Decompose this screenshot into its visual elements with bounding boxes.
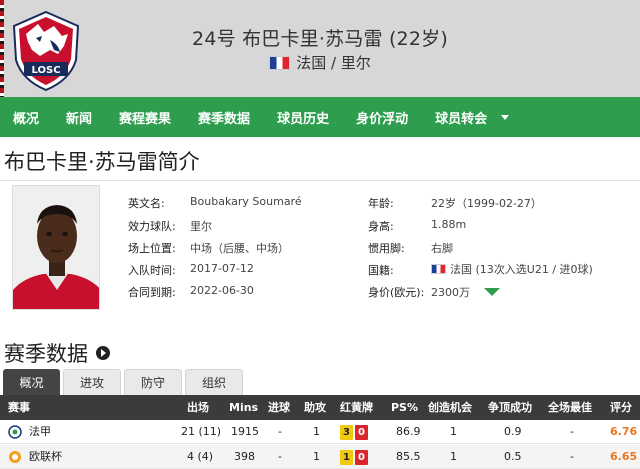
nav-player-history[interactable]: 球员历史 (277, 108, 329, 127)
row-apps: 4 (4) (187, 450, 214, 463)
nav-overview[interactable]: 概况 (13, 108, 39, 127)
bio-join-date-label: 入队时间: (128, 264, 176, 277)
bio-market-value-text: 2300万 (431, 286, 470, 299)
bio-height-value: 1.88m (431, 218, 467, 231)
col-apps[interactable]: 出场 (187, 395, 209, 420)
stats-section-title: 赛季数据 (4, 338, 110, 368)
bio-position-label: 场上位置: (128, 242, 176, 255)
bio-team-label: 效力球队: (128, 220, 176, 233)
bio-english-name-label: 英文名: (128, 197, 165, 210)
tab-passing[interactable]: 组织 (185, 369, 243, 395)
col-motm[interactable]: 全场最佳 (548, 395, 592, 420)
bio-nationality-text: 法国 (13次入选U21 / 进0球) (450, 263, 593, 276)
nav-transfers[interactable]: 球员转会 (435, 108, 510, 127)
row-cards: 10 (340, 445, 368, 469)
row-motm: - (570, 450, 574, 463)
row-pass-pct: 85.5 (396, 450, 421, 463)
col-key-passes[interactable]: 创造机会 (428, 395, 472, 420)
row-mins: 398 (234, 450, 255, 463)
col-mins[interactable]: Mins (229, 395, 258, 420)
col-pass-pct[interactable]: PS% (391, 395, 418, 420)
bio-contract-label: 合同到期: (128, 286, 176, 299)
row-competition[interactable]: 法甲 (29, 420, 51, 444)
stats-title-text: 赛季数据 (4, 342, 88, 366)
bio-team-value[interactable]: 里尔 (190, 218, 212, 234)
row-mins: 1915 (231, 425, 259, 438)
nav-season-stats[interactable]: 赛季数据 (198, 108, 250, 127)
tab-defense[interactable]: 防守 (124, 369, 182, 395)
bio-foot-value: 右脚 (431, 242, 453, 255)
bio-age-value: 22岁（1999-02-27） (431, 197, 542, 210)
yellow-card-count: 1 (340, 450, 353, 465)
bio-nationality-label: 国籍: (368, 264, 394, 277)
nav-transfers-label: 球员转会 (435, 111, 488, 127)
bio-nationality-value: 法国 (13次入选U21 / 进0球) (431, 261, 593, 277)
tab-overview[interactable]: 概况 (3, 369, 60, 395)
col-aerials[interactable]: 争顶成功 (488, 395, 532, 420)
bio-market-value: 2300万 (431, 284, 500, 300)
value-trend-down-icon[interactable] (484, 288, 500, 296)
france-flag-icon (431, 264, 446, 274)
row-goals: - (278, 425, 282, 438)
row-goals: - (278, 450, 282, 463)
row-aerials: 0.5 (504, 450, 522, 463)
player-nation-team: 法国 / 里尔 (0, 52, 640, 73)
row-cards: 30 (340, 420, 368, 444)
player-photo (12, 185, 100, 310)
nav-fixtures[interactable]: 赛程赛果 (119, 108, 171, 127)
bio-age-label: 年龄: (368, 197, 394, 210)
bio-position-value: 中场（后腰、中场） (190, 242, 289, 255)
france-flag-icon (269, 55, 291, 70)
col-cards[interactable]: 红黄牌 (340, 395, 373, 420)
row-rating: 6.76 (610, 425, 638, 438)
stats-tabs: 概况 进攻 防守 组织 (3, 369, 243, 395)
bio-market-value-label: 身价(欧元): (368, 286, 425, 299)
chevron-down-icon[interactable] (501, 114, 510, 120)
yellow-card-count: 3 (340, 425, 353, 440)
bio-join-date-value: 2017-07-12 (190, 262, 254, 275)
col-competition[interactable]: 赛事 (8, 395, 30, 420)
row-key-passes: 1 (450, 425, 457, 438)
tab-attack[interactable]: 进攻 (63, 369, 121, 395)
row-competition[interactable]: 欧联杯 (29, 445, 62, 469)
row-rating: 6.65 (610, 450, 638, 463)
bio-contract-value: 2022-06-30 (190, 284, 254, 297)
col-assists[interactable]: 助攻 (304, 395, 326, 420)
col-rating[interactable]: 评分 (610, 395, 632, 420)
row-apps: 21 (11) (181, 425, 222, 438)
main-nav: 概况 新闻 赛程赛果 赛季数据 球员历史 身价浮动 球员转会 (0, 97, 640, 137)
bio-height-label: 身高: (368, 220, 394, 233)
europa-league-icon (9, 451, 21, 463)
stats-table-header: 赛事 出场 Mins 进球 助攻 红黄牌 PS% 创造机会 争顶成功 全场最佳 … (0, 395, 640, 420)
col-goals[interactable]: 进球 (268, 395, 290, 420)
nav-news[interactable]: 新闻 (66, 108, 92, 127)
bio-divider (0, 180, 640, 181)
nav-market-value[interactable]: 身价浮动 (356, 108, 408, 127)
row-pass-pct: 86.9 (396, 425, 421, 438)
row-key-passes: 1 (450, 450, 457, 463)
nation-team-text[interactable]: 法国 / 里尔 (296, 52, 371, 73)
row-motm: - (570, 425, 574, 438)
table-row[interactable]: 法甲 21 (11) 1915 - 1 30 86.9 1 0.9 - 6.76 (0, 420, 640, 444)
bio-english-name-value: Boubakary Soumaré (190, 195, 302, 208)
row-aerials: 0.9 (504, 425, 522, 438)
player-title: 24号 布巴卡里·苏马雷 (22岁) (192, 28, 448, 50)
table-row[interactable]: 欧联杯 4 (4) 398 - 1 10 85.5 1 0.5 - 6.65 (0, 445, 640, 469)
row-assists: 1 (313, 425, 320, 438)
bio-section-title: 布巴卡里·苏马雷简介 (4, 150, 200, 174)
player-portrait-icon (13, 186, 99, 309)
losc-club-logo[interactable]: LOSC (10, 10, 82, 92)
player-header: LOSC 24号 布巴卡里·苏马雷 (22岁) 法国 / 里尔 (0, 0, 640, 97)
red-card-count: 0 (355, 450, 368, 465)
arrow-right-circle-icon[interactable] (96, 346, 110, 360)
red-card-count: 0 (355, 425, 368, 440)
row-assists: 1 (313, 450, 320, 463)
ligue1-icon (8, 425, 22, 439)
bio-foot-label: 惯用脚: (368, 242, 405, 255)
